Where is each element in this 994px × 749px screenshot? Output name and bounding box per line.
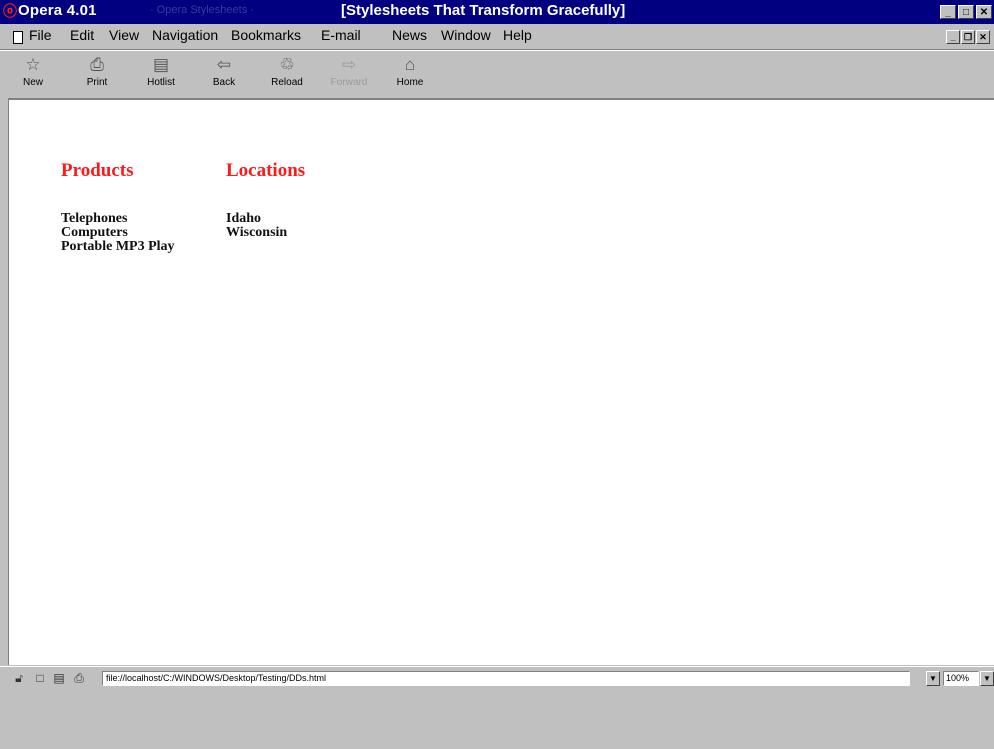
menu-window[interactable]: Window <box>441 27 491 43</box>
list-item: Wisconsin <box>226 225 288 240</box>
toolbar: ☆ New ⎙ Print ▤ Hotlist ⇦ Back ♲ Reload … <box>0 50 994 99</box>
menu-help[interactable]: Help <box>503 27 532 43</box>
products-column: Products Telephones Computers Portable M… <box>61 160 175 254</box>
address-field[interactable]: file://localhost/C:/WINDOWS/Desktop/Test… <box>102 671 910 686</box>
print-icon: ⎙ <box>90 55 104 74</box>
doc-minimize-button[interactable]: _ <box>946 30 960 44</box>
security-icon[interactable]: 🔓︎ <box>12 671 26 685</box>
home-icon: ⌂ <box>404 55 416 74</box>
list-item: Computers <box>61 225 128 240</box>
app-title: Opera 4.01 <box>18 2 97 19</box>
hotlist-icon: ▤ <box>152 55 170 74</box>
page-icon[interactable]: ▤ <box>52 671 66 685</box>
status-bar: 🔓︎ □ ▤ ⎙ file://localhost/C:/WINDOWS/Des… <box>0 666 994 689</box>
print-label: Print <box>86 77 108 88</box>
reload-icon: ♲ <box>279 55 295 74</box>
hotlist-label: Hotlist <box>147 77 175 88</box>
home-label: Home <box>396 77 424 88</box>
save-icon[interactable]: ⎙ <box>72 671 86 685</box>
back-arrow-icon: ⇦ <box>216 55 232 74</box>
menu-edit[interactable]: Edit <box>70 27 94 43</box>
forward-label: Forward <box>330 77 368 88</box>
print-button[interactable]: ⎙ Print <box>72 55 122 88</box>
list-item: Telephones <box>61 211 128 226</box>
new-icon: ☆ <box>25 55 41 74</box>
locations-heading: Locations <box>226 160 306 181</box>
maximize-button[interactable]: □ <box>958 5 974 19</box>
document-window-controls: _ ❐ ✕ <box>945 27 990 45</box>
forward-arrow-icon: ⇨ <box>341 55 357 74</box>
menu-view[interactable]: View <box>109 27 139 43</box>
doc-restore-button[interactable]: ❐ <box>961 30 975 44</box>
hotlist-button[interactable]: ▤ Hotlist <box>136 55 186 88</box>
menu-news[interactable]: News <box>392 27 427 43</box>
back-label: Back <box>212 77 236 88</box>
products-heading: Products <box>61 160 134 181</box>
menu-bookmarks[interactable]: Bookmarks <box>231 27 301 43</box>
document-title: [Stylesheets That Transform Gracefully] <box>341 2 626 19</box>
reload-button[interactable]: ♲ Reload <box>262 55 312 88</box>
back-button[interactable]: ⇦ Back <box>199 55 249 88</box>
menu-navigation[interactable]: Navigation <box>152 27 218 43</box>
menu-email[interactable]: E-mail <box>321 27 361 43</box>
forward-button[interactable]: ⇨ Forward <box>324 55 374 88</box>
locations-column: Locations Idaho Wisconsin <box>226 160 306 240</box>
page-viewport: Products Telephones Computers Portable M… <box>8 98 994 665</box>
minimize-button[interactable]: _ <box>940 5 956 19</box>
close-button[interactable]: ✕ <box>976 5 992 19</box>
title-bar: ⓞ Opera 4.01 · Opera Stylesheets · [Styl… <box>0 0 994 24</box>
doc-close-button[interactable]: ✕ <box>976 30 990 44</box>
address-dropdown-button[interactable]: ▼ <box>926 671 940 686</box>
new-button[interactable]: ☆ New <box>8 55 58 88</box>
menu-file[interactable]: File <box>29 27 52 43</box>
home-button[interactable]: ⌂ Home <box>385 55 435 88</box>
opera-logo-icon: ⓞ <box>3 3 17 19</box>
document-icon[interactable] <box>13 31 23 44</box>
reload-label: Reload <box>271 77 303 88</box>
menu-bar: File Edit View Navigation Bookmarks E-ma… <box>0 24 994 50</box>
list-item: Portable MP3 Play <box>61 239 175 254</box>
products-list: Telephones Computers Portable MP3 Play <box>61 212 175 254</box>
window-icon[interactable]: □ <box>33 671 47 685</box>
zoom-field[interactable]: 100% <box>943 671 979 686</box>
zoom-dropdown-button[interactable]: ▼ <box>980 671 994 686</box>
title-bar-faded-text: · Opera Stylesheets · <box>150 4 254 16</box>
list-item: Idaho <box>226 211 262 226</box>
new-label: New <box>22 77 43 88</box>
locations-list: Idaho Wisconsin <box>226 212 287 240</box>
